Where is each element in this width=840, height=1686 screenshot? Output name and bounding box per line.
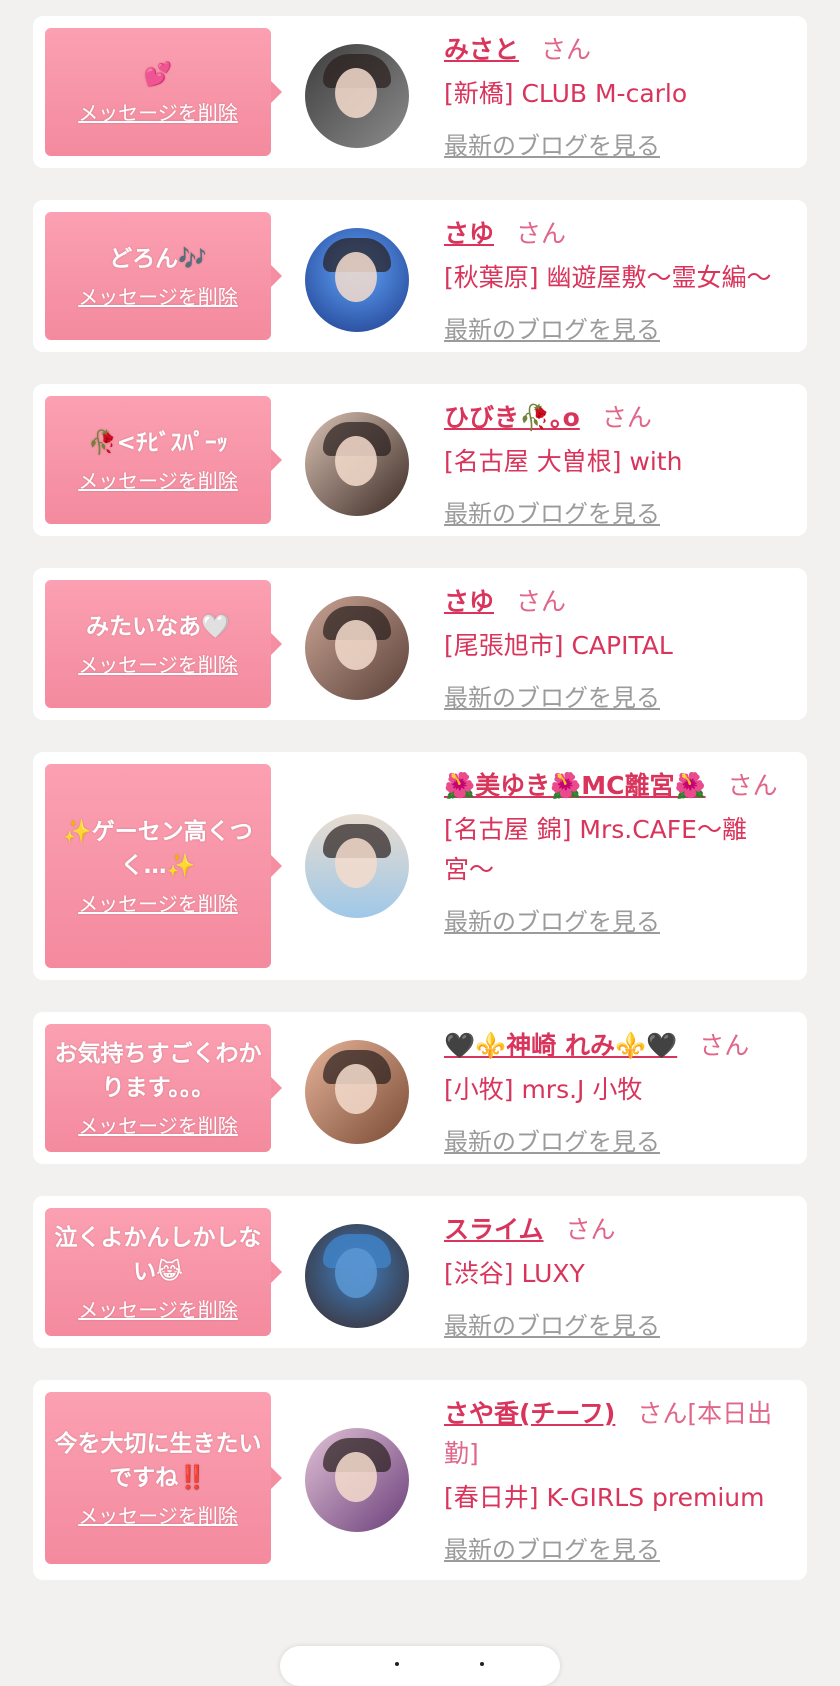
avatar-face bbox=[335, 436, 377, 486]
latest-blog-link[interactable]: 最新のブログを見る bbox=[444, 1306, 660, 1346]
name-line: ひびき🥀｡o さん bbox=[444, 398, 789, 438]
avatar[interactable] bbox=[305, 44, 409, 148]
delete-message-button[interactable]: メッセージを削除 bbox=[78, 284, 238, 310]
avatar[interactable] bbox=[305, 1040, 409, 1144]
message-text: 今を大切に生きたいですね‼️ bbox=[54, 1431, 262, 1491]
latest-blog-link[interactable]: 最新のブログを見る bbox=[444, 310, 660, 350]
message-bubble: ✨ゲーセン高くつく…✨ メッセージを削除 bbox=[45, 764, 282, 968]
message-text: みたいなあ🤍 bbox=[86, 614, 230, 640]
message-bubble: お気持ちすごくわかります。。。 メッセージを削除 bbox=[45, 1024, 282, 1152]
girl-info: ひびき🥀｡o さん [名古屋 大曽根] with 最新のブログを見る bbox=[444, 398, 789, 534]
message-text: 💕 bbox=[143, 62, 173, 88]
san-label: さん bbox=[565, 1215, 616, 1244]
avatar-face bbox=[335, 68, 377, 118]
name-line: 🌺美ゆき🌺MC離宮🌺 さん bbox=[444, 766, 789, 806]
avatar[interactable] bbox=[305, 412, 409, 516]
latest-blog-link[interactable]: 最新のブログを見る bbox=[444, 494, 660, 534]
avatar[interactable] bbox=[305, 228, 409, 332]
san-label: さん bbox=[727, 771, 778, 800]
avatar-face bbox=[335, 838, 377, 888]
delete-message-button[interactable]: メッセージを削除 bbox=[78, 1297, 238, 1323]
message-text: お気持ちすごくわかります。。。 bbox=[54, 1041, 262, 1101]
girl-info: さゆ さん [秋葉原] 幽遊屋敷〜霊女編〜 最新のブログを見る bbox=[444, 214, 789, 350]
name-line: さゆ さん bbox=[444, 582, 789, 622]
message-text: ✨ゲーセン高くつく…✨ bbox=[63, 819, 253, 879]
delete-message-button[interactable]: メッセージを削除 bbox=[78, 468, 238, 494]
avatar[interactable] bbox=[305, 814, 409, 918]
latest-blog-link[interactable]: 最新のブログを見る bbox=[444, 126, 660, 166]
latest-blog-link[interactable]: 最新のブログを見る bbox=[444, 1530, 660, 1570]
message-text: 泣くよかんしかしない😹 bbox=[54, 1225, 262, 1285]
message-card: ✨ゲーセン高くつく…✨ メッセージを削除 🌺美ゆき🌺MC離宮🌺 さん [名古屋 錦… bbox=[33, 752, 807, 980]
shop-name: [名古屋 大曽根] with bbox=[444, 447, 683, 476]
message-text: 🥀<ﾁﾋﾞｽﾊﾟｰｯ bbox=[88, 430, 228, 456]
girl-info: 🌺美ゆき🌺MC離宮🌺 さん [名古屋 錦] Mrs.CAFE〜離宮〜 最新のブログ… bbox=[444, 766, 789, 942]
shop-name: [春日井] K-GIRLS premium bbox=[444, 1483, 765, 1512]
delete-message-button[interactable]: メッセージを削除 bbox=[78, 100, 238, 126]
delete-message-button[interactable]: メッセージを削除 bbox=[78, 1113, 238, 1139]
girl-name-link[interactable]: ひびき🥀｡o bbox=[444, 403, 580, 432]
girl-name-link[interactable]: みさと bbox=[444, 35, 519, 64]
san-label: さん bbox=[516, 587, 567, 616]
toolbar-dot bbox=[395, 1662, 399, 1666]
toolbar-dot bbox=[480, 1662, 484, 1666]
avatar[interactable] bbox=[305, 1428, 409, 1532]
shop-name: [新橋] CLUB M-carlo bbox=[444, 79, 688, 108]
floating-toolbar[interactable] bbox=[280, 1646, 560, 1686]
latest-blog-link[interactable]: 最新のブログを見る bbox=[444, 678, 660, 718]
san-label: さん bbox=[637, 1399, 688, 1428]
message-card: お気持ちすごくわかります。。。 メッセージを削除 🖤⚜️神崎 れみ⚜️🖤 さん [… bbox=[33, 1012, 807, 1164]
message-bubble: 泣くよかんしかしない😹 メッセージを削除 bbox=[45, 1208, 282, 1336]
delete-message-button[interactable]: メッセージを削除 bbox=[78, 1503, 238, 1529]
message-card: 💕 メッセージを削除 みさと さん [新橋] CLUB M-carlo 最新のブロ… bbox=[33, 16, 807, 168]
avatar-face bbox=[335, 1248, 377, 1298]
shop-name: [秋葉原] 幽遊屋敷〜霊女編〜 bbox=[444, 263, 772, 292]
girl-info: みさと さん [新橋] CLUB M-carlo 最新のブログを見る bbox=[444, 30, 789, 166]
san-label: さん bbox=[541, 35, 592, 64]
girl-info: スライム さん [渋谷] LUXY 最新のブログを見る bbox=[444, 1210, 789, 1346]
avatar-face bbox=[335, 620, 377, 670]
girl-name-link[interactable]: スライム bbox=[444, 1215, 544, 1244]
avatar-face bbox=[335, 1452, 377, 1502]
latest-blog-link[interactable]: 最新のブログを見る bbox=[444, 1122, 660, 1162]
message-card: どろん🎶 メッセージを削除 さゆ さん [秋葉原] 幽遊屋敷〜霊女編〜 最新のブロ… bbox=[33, 200, 807, 352]
girl-info: さや香(チーフ) さん[本日出勤] [春日井] K-GIRLS premium 最… bbox=[444, 1394, 789, 1570]
delete-message-button[interactable]: メッセージを削除 bbox=[78, 652, 238, 678]
name-line: さや香(チーフ) さん[本日出勤] bbox=[444, 1394, 789, 1474]
message-card: 泣くよかんしかしない😹 メッセージを削除 スライム さん [渋谷] LUXY 最新… bbox=[33, 1196, 807, 1348]
shop-name: [尾張旭市] CAPITAL bbox=[444, 631, 673, 660]
delete-message-button[interactable]: メッセージを削除 bbox=[78, 891, 238, 917]
avatar[interactable] bbox=[305, 1224, 409, 1328]
message-bubble: どろん🎶 メッセージを削除 bbox=[45, 212, 282, 340]
avatar[interactable] bbox=[305, 596, 409, 700]
girl-info: 🖤⚜️神崎 れみ⚜️🖤 さん [小牧] mrs.J 小牧 最新のブログを見る bbox=[444, 1026, 789, 1162]
girl-name-link[interactable]: 🖤⚜️神崎 れみ⚜️🖤 bbox=[444, 1031, 677, 1060]
avatar-face bbox=[335, 1064, 377, 1114]
girl-name-link[interactable]: 🌺美ゆき🌺MC離宮🌺 bbox=[444, 771, 706, 800]
girl-name-link[interactable]: さや香(チーフ) bbox=[444, 1399, 615, 1428]
girl-name-link[interactable]: さゆ bbox=[444, 587, 494, 616]
message-bubble: 💕 メッセージを削除 bbox=[45, 28, 282, 156]
girl-name-link[interactable]: さゆ bbox=[444, 219, 494, 248]
san-label: さん bbox=[699, 1031, 750, 1060]
name-line: さゆ さん bbox=[444, 214, 789, 254]
name-line: スライム さん bbox=[444, 1210, 789, 1250]
girl-info: さゆ さん [尾張旭市] CAPITAL 最新のブログを見る bbox=[444, 582, 789, 718]
message-text: どろん🎶 bbox=[109, 246, 207, 272]
message-card: 🥀<ﾁﾋﾞｽﾊﾟｰｯ メッセージを削除 ひびき🥀｡o さん [名古屋 大曽根] w… bbox=[33, 384, 807, 536]
san-label: さん bbox=[516, 219, 567, 248]
message-bubble: 🥀<ﾁﾋﾞｽﾊﾟｰｯ メッセージを削除 bbox=[45, 396, 282, 524]
latest-blog-link[interactable]: 最新のブログを見る bbox=[444, 902, 660, 942]
message-bubble: みたいなあ🤍 メッセージを削除 bbox=[45, 580, 282, 708]
name-line: 🖤⚜️神崎 れみ⚜️🖤 さん bbox=[444, 1026, 789, 1066]
san-label: さん bbox=[601, 403, 652, 432]
message-card: みたいなあ🤍 メッセージを削除 さゆ さん [尾張旭市] CAPITAL 最新のブ… bbox=[33, 568, 807, 720]
message-card: 今を大切に生きたいですね‼️ メッセージを削除 さや香(チーフ) さん[本日出勤]… bbox=[33, 1380, 807, 1580]
avatar-face bbox=[335, 252, 377, 302]
shop-name: [渋谷] LUXY bbox=[444, 1259, 585, 1288]
name-line: みさと さん bbox=[444, 30, 789, 70]
shop-name: [名古屋 錦] Mrs.CAFE〜離宮〜 bbox=[444, 815, 747, 884]
shop-name: [小牧] mrs.J 小牧 bbox=[444, 1075, 643, 1104]
message-bubble: 今を大切に生きたいですね‼️ メッセージを削除 bbox=[45, 1392, 282, 1564]
